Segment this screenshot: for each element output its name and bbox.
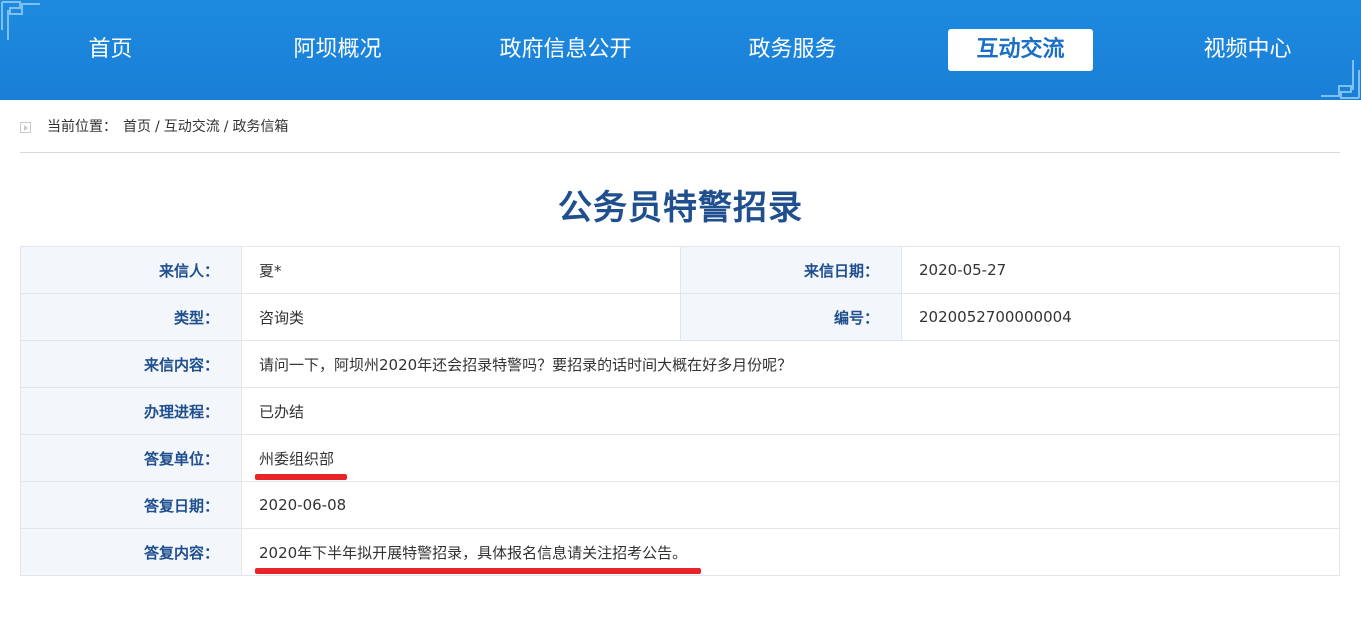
table-row: 办理进程： 已办结 — [20, 387, 1340, 435]
breadcrumb-separator: / — [223, 119, 229, 135]
table-row: 来信内容： 请问一下，阿坝州2020年还会招录特警吗？要招录的话时间大概在好多月… — [20, 340, 1340, 388]
nav-item-aba-overview[interactable]: 阿坝概况 — [265, 29, 410, 71]
reply-unit-label: 答复单位： — [20, 434, 242, 482]
reply-date-value: 2020-06-08 — [241, 481, 1340, 529]
reply-content-cell: 2020年下半年拟开展特警招录，具体报名信息请关注招考公告。 — [241, 528, 1340, 576]
breadcrumb-interaction-link[interactable]: 互动交流 — [164, 116, 220, 138]
nav-item-interaction[interactable]: 互动交流 — [948, 29, 1093, 71]
table-row: 答复内容： 2020年下半年拟开展特警招录，具体报名信息请关注招考公告。 — [20, 528, 1340, 576]
table-row: 来信人： 夏* 来信日期： 2020-05-27 — [20, 246, 1340, 294]
nav-item-gov-info[interactable]: 政府信息公开 — [493, 29, 638, 71]
reply-unit-value: 州委组织部 — [254, 449, 348, 480]
breadcrumb: 当前位置： 首页 / 互动交流 / 政务信箱 — [20, 116, 288, 138]
breadcrumb-prefix: 当前位置： — [47, 119, 117, 135]
reply-content-label: 答复内容： — [20, 528, 242, 576]
type-value: 咨询类 — [241, 293, 681, 341]
date-label: 来信日期： — [680, 246, 902, 294]
nav-item-video-center[interactable]: 视频中心 — [1175, 29, 1320, 71]
content-value: 请问一下，阿坝州2020年还会招录特警吗？要招录的话时间大概在好多月份呢？ — [241, 340, 1340, 388]
content-label: 来信内容： — [20, 340, 242, 388]
breadcrumb-separator: / — [155, 119, 160, 135]
date-value: 2020-05-27 — [901, 246, 1340, 294]
top-nav-bar: 首页 阿坝概况 政府信息公开 政务服务 互动交流 视频中心 — [0, 0, 1361, 100]
letter-detail-table: 来信人： 夏* 来信日期： 2020-05-27 类型： 咨询类 编号： 202… — [20, 246, 1340, 576]
progress-label: 办理进程： — [20, 387, 242, 435]
table-row: 答复单位： 州委组织部 — [20, 434, 1340, 482]
location-arrow-icon — [20, 121, 31, 133]
table-row: 答复日期： 2020-06-08 — [20, 481, 1340, 529]
reply-content-value: 2020年下半年拟开展特警招录，具体报名信息请关注招考公告。 — [254, 543, 702, 574]
number-label: 编号： — [680, 293, 902, 341]
page-title: 公务员特警招录 — [558, 188, 803, 228]
reply-unit-cell: 州委组织部 — [241, 434, 1340, 482]
nav-item-home[interactable]: 首页 — [38, 29, 183, 71]
sender-label: 来信人： — [20, 246, 242, 294]
sender-value: 夏* — [241, 246, 681, 294]
table-row: 类型： 咨询类 编号： 2020052700000004 — [20, 293, 1340, 341]
nav-item-gov-services[interactable]: 政务服务 — [720, 29, 865, 71]
divider — [20, 152, 1340, 153]
progress-value: 已办结 — [241, 387, 1340, 435]
breadcrumb-home-link[interactable]: 首页 — [123, 116, 151, 138]
reply-date-label: 答复日期： — [20, 481, 242, 529]
number-value: 2020052700000004 — [901, 293, 1340, 341]
breadcrumb-mailbox-link[interactable]: 政务信箱 — [232, 116, 288, 138]
type-label: 类型： — [20, 293, 242, 341]
